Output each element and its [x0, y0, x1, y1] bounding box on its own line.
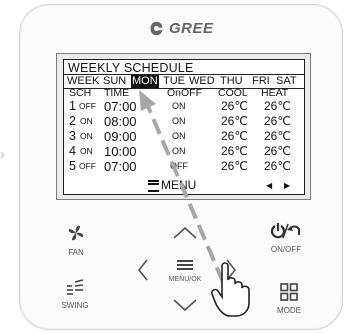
header-time: TIME — [104, 87, 130, 99]
row-heat: 26℃ — [264, 114, 291, 128]
schedule-row-3[interactable]: 3 ON 09:00 ON 26℃ 26℃ — [64, 129, 304, 144]
menu-ok-button[interactable]: MENU/OK — [160, 258, 210, 283]
row-number: 3 — [69, 129, 76, 143]
row-number: 4 — [69, 144, 76, 158]
row-time: 10:00 — [104, 144, 137, 159]
fan-label: FAN — [68, 248, 84, 257]
row-cool: 26℃ — [221, 114, 248, 128]
header-sch: SCH — [69, 87, 92, 99]
row-cool: 26℃ — [221, 99, 248, 113]
row-heat: 26℃ — [264, 144, 291, 158]
swing-icon — [67, 279, 84, 295]
row-state: ON — [80, 131, 93, 141]
onoff-label: ON/OFF — [270, 245, 302, 254]
row-number: 1 — [69, 99, 76, 113]
gree-logo-icon — [150, 21, 163, 35]
onoff-button[interactable]: ON/OFF — [264, 222, 308, 254]
header-cool: COOL — [218, 87, 248, 99]
header-heat: HEAT — [261, 87, 289, 99]
row-heat: 26℃ — [264, 129, 291, 143]
down-arrow-button[interactable] — [172, 298, 198, 312]
schedule-row-4[interactable]: 4 ON 10:00 ON 26℃ 26℃ — [64, 144, 304, 159]
schedule-title: WEEKLY SCHEDULE — [68, 61, 194, 75]
row-state: ON — [80, 146, 93, 156]
fan-button[interactable]: FAN — [60, 223, 92, 257]
schedule-row-5[interactable]: 5 OFF 07:00 OFF 26℃ 26℃ — [64, 159, 304, 174]
header-onoff: OnOFF — [167, 87, 203, 99]
schedule-row-1[interactable]: 1 OFF 07:00 ON 26℃ 26℃ — [64, 99, 304, 114]
row-state: OFF — [79, 101, 96, 111]
mode-button[interactable]: MODE — [272, 283, 306, 315]
row-time: 08:00 — [104, 114, 137, 129]
row-number: 5 — [69, 159, 76, 173]
side-chevron-icon: › — [0, 146, 5, 162]
row-time: 09:00 — [104, 129, 137, 144]
row-heat: 26℃ — [264, 159, 291, 173]
row-time: 07:00 — [104, 159, 137, 174]
mode-label: MODE — [277, 306, 301, 315]
row-onoff: ON — [172, 146, 186, 156]
row-cool: 26℃ — [221, 159, 248, 173]
power-back-icon — [270, 223, 300, 239]
row-cool: 26℃ — [221, 129, 248, 143]
row-onoff: OFF — [170, 161, 188, 171]
row-time: 07:00 — [104, 99, 137, 114]
row-onoff: ON — [172, 116, 186, 126]
day-mon-selected[interactable]: MON — [131, 75, 159, 88]
menu-ok-label: MENU/OK — [168, 276, 202, 283]
row-onoff: ON — [172, 101, 186, 111]
left-arrow-button[interactable] — [137, 258, 149, 282]
menu-icon — [148, 179, 159, 192]
swing-button[interactable]: SWING — [58, 278, 92, 310]
row-number: 2 — [69, 114, 76, 128]
brand-name: GREE — [169, 19, 214, 37]
menu-label: MENU — [161, 178, 197, 192]
up-arrow-button[interactable] — [172, 226, 198, 240]
nav-left-icon: ◀ — [266, 181, 273, 190]
menu-icon — [177, 260, 193, 270]
mode-grid-icon — [280, 283, 298, 301]
nav-right-icon: ▶ — [284, 181, 291, 190]
row-cool: 26℃ — [221, 144, 248, 158]
right-arrow-button[interactable] — [225, 258, 237, 282]
lcd-display: WEEKLY SCHEDULE WEEK SUN MON TUE WED THU… — [63, 59, 305, 195]
schedule-row-2[interactable]: 2 ON 08:00 ON 26℃ 26℃ — [64, 114, 304, 129]
row-heat: 26℃ — [264, 99, 291, 113]
row-onoff: ON — [172, 131, 186, 141]
fan-icon — [68, 225, 84, 241]
row-state: OFF — [79, 161, 96, 171]
row-state: ON — [80, 116, 93, 126]
brand-logo: GREE — [148, 17, 248, 39]
swing-label: SWING — [61, 301, 89, 310]
menu-indicator: MENU — [148, 179, 196, 192]
